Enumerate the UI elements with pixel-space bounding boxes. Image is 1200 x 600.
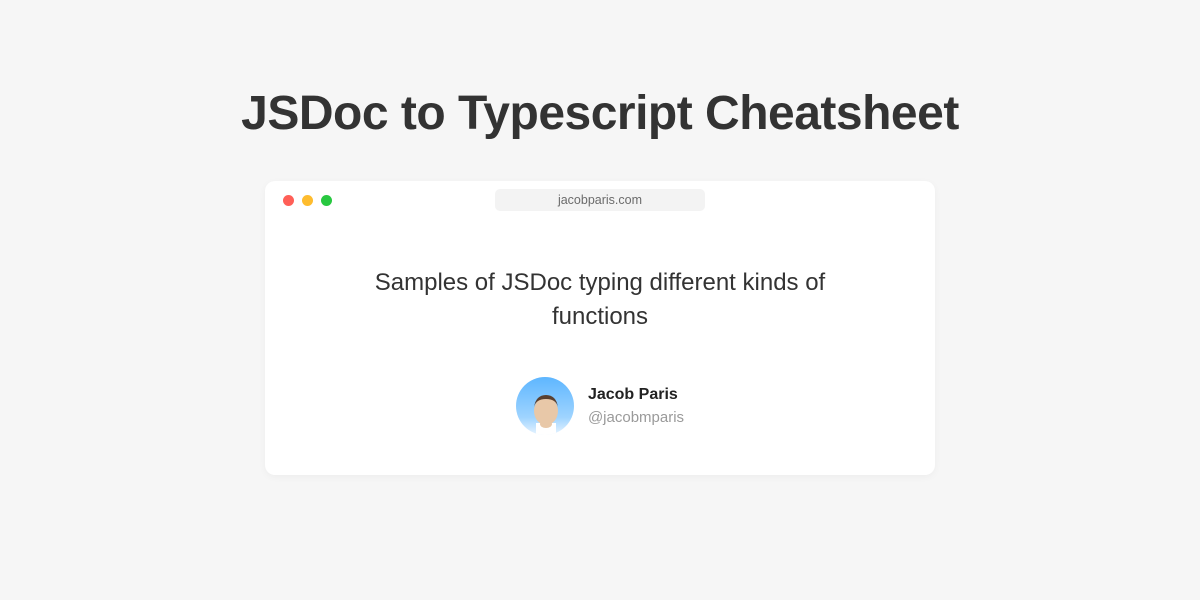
close-icon <box>283 195 294 206</box>
page-title: JSDoc to Typescript Cheatsheet <box>241 85 959 143</box>
browser-chrome: jacobparis.com <box>265 181 935 216</box>
maximize-icon <box>321 195 332 206</box>
browser-window: jacobparis.com Samples of JSDoc typing d… <box>265 181 935 476</box>
url-bar: jacobparis.com <box>495 189 705 211</box>
author-handle: @jacobmparis <box>588 408 684 428</box>
minimize-icon <box>302 195 313 206</box>
author-text: Jacob Paris @jacobmparis <box>588 384 684 428</box>
author-name: Jacob Paris <box>588 384 684 406</box>
author-block: Jacob Paris @jacobmparis <box>325 377 875 435</box>
avatar <box>516 377 574 435</box>
traffic-lights <box>283 195 332 206</box>
subtitle: Samples of JSDoc typing different kinds … <box>325 266 875 336</box>
card-body: Samples of JSDoc typing different kinds … <box>265 216 935 436</box>
